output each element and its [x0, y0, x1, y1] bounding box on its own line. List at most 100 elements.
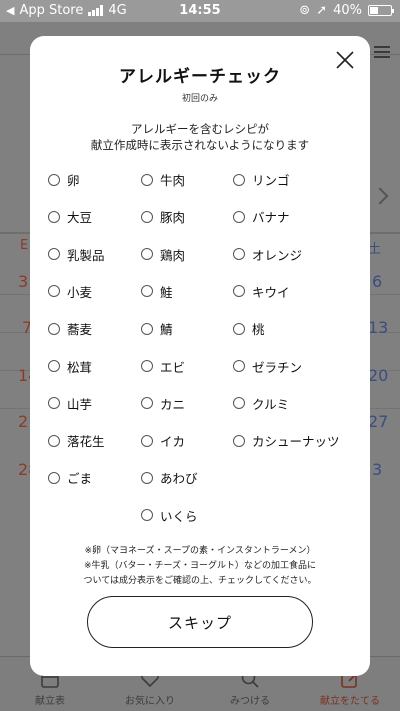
allergy-option[interactable]: 鶏肉 [141, 245, 185, 264]
allergy-option-label: 鯖 [160, 322, 173, 338]
note-line: ※卵（マヨネーズ・スープの素・インスタントラーメン） [84, 546, 316, 556]
allergy-option-label: ごま [67, 471, 93, 487]
tab-label: お気に入り [125, 696, 175, 707]
allergy-option-label: リンゴ [252, 173, 290, 188]
allergy-option-label: 小麦 [67, 284, 93, 300]
allergy-option[interactable]: 小麦 [48, 282, 92, 301]
allergy-option-label: バナナ [252, 210, 290, 226]
description-line: アレルギーを含むレシピが [131, 122, 269, 136]
radio-button[interactable] [141, 248, 153, 261]
allergy-check-modal: アレルギーチェック 初回のみ アレルギーを含むレシピが 献立作成時に表示されない… [30, 36, 370, 676]
allergy-option[interactable]: キウイ [233, 282, 290, 301]
allergy-option[interactable]: リンゴ [233, 170, 290, 189]
modal-title: アレルギーチェック [119, 67, 281, 87]
allergy-option-label: 大豆 [67, 210, 93, 226]
radio-button[interactable] [48, 360, 60, 372]
location-icon: ➚ [316, 3, 328, 18]
note-line: ついては成分表示をご確認の上、チェックしてください。 [83, 576, 317, 586]
allergy-option-label: 牛肉 [160, 173, 186, 188]
modal-subtitle: 初回のみ [181, 94, 218, 104]
radio-button[interactable] [141, 322, 153, 335]
allergy-option[interactable]: イカ [141, 431, 185, 450]
allergy-option[interactable]: オレンジ [233, 245, 302, 264]
battery-icon [368, 5, 394, 16]
radio-button[interactable] [141, 360, 153, 372]
allergy-option-label: あわび [160, 471, 198, 487]
allergy-option-label: 松茸 [67, 359, 93, 375]
radio-button[interactable] [48, 173, 60, 186]
allergy-option[interactable]: 落花生 [48, 431, 105, 450]
calendar-date: 13 [368, 318, 389, 337]
allergy-option[interactable]: 鯖 [141, 319, 173, 338]
allergy-option[interactable]: 蕎麦 [48, 319, 92, 338]
radio-button[interactable] [48, 434, 60, 447]
allergy-option-label: 桃 [252, 322, 265, 338]
allergy-option-label: 落花生 [67, 434, 105, 450]
allergy-option[interactable]: カニ [141, 394, 185, 413]
skip-button[interactable]: スキップ [87, 596, 313, 648]
allergy-option[interactable]: 大豆 [48, 207, 92, 226]
radio-button[interactable] [48, 248, 60, 261]
allergy-option[interactable]: いくら [141, 506, 198, 525]
radio-button[interactable] [233, 322, 245, 335]
allergy-option[interactable]: カシューナッツ [233, 431, 340, 450]
allergy-option[interactable]: 乳製品 [48, 245, 105, 264]
radio-button[interactable] [48, 471, 60, 484]
allergy-option[interactable]: ごま [48, 468, 92, 487]
allergy-option-label: 鮭 [160, 284, 173, 300]
radio-button[interactable] [48, 285, 60, 298]
allergy-option[interactable]: バナナ [233, 207, 290, 226]
radio-button[interactable] [141, 509, 153, 522]
allergy-option-label: ゼラチン [252, 359, 303, 375]
allergy-option[interactable]: 山芋 [48, 394, 92, 413]
tab-label: みつける [230, 696, 270, 707]
modal-description: アレルギーを含むレシピが 献立作成時に表示されないようになります [30, 121, 370, 153]
radio-button[interactable] [141, 173, 153, 186]
allergy-option[interactable]: 鮭 [141, 282, 173, 301]
radio-button[interactable] [141, 471, 153, 484]
allergy-option[interactable]: エビ [141, 357, 185, 376]
allergy-option-label: カニ [160, 396, 186, 412]
status-bar: ◀ App Store 4G 14:55 ⊚ ➚ 40% [0, 0, 400, 22]
allergy-option-label: エビ [160, 359, 186, 375]
allergy-option-label: 山芋 [67, 396, 93, 412]
allergy-option[interactable]: 桃 [233, 319, 265, 338]
battery-percent: 40% [333, 3, 362, 18]
radio-button[interactable] [233, 360, 245, 372]
note-line: ※牛乳（バター・チーズ・ヨーグルト）などの加工食品に [83, 561, 317, 571]
description-line: 献立作成時に表示されないようになります [90, 138, 310, 152]
allergy-option[interactable]: 豚肉 [141, 207, 185, 226]
tab-label: 献立表 [35, 696, 65, 707]
allergy-option-label: オレンジ [252, 247, 303, 263]
allergy-option[interactable]: ゼラチン [233, 357, 302, 376]
radio-button[interactable] [233, 285, 245, 298]
allergy-option-label: いくら [160, 508, 198, 524]
radio-button[interactable] [141, 434, 153, 447]
radio-button[interactable] [233, 210, 245, 223]
radio-button[interactable] [48, 397, 60, 410]
menu-icon [374, 46, 390, 58]
allergy-option[interactable]: 牛肉 [141, 170, 185, 189]
radio-button[interactable] [141, 210, 153, 223]
radio-button[interactable] [48, 322, 60, 335]
weekday-sunday: E [20, 238, 29, 253]
radio-button[interactable] [48, 210, 60, 223]
radio-button[interactable] [141, 285, 153, 298]
radio-button[interactable] [233, 434, 245, 447]
allergy-option-label: 豚肉 [160, 210, 186, 226]
radio-button[interactable] [233, 397, 245, 410]
radio-button[interactable] [233, 173, 245, 186]
allergy-option[interactable]: 卵 [48, 170, 80, 189]
calendar-date: 27 [368, 412, 389, 431]
allergy-option-label: カシューナッツ [252, 434, 340, 450]
allergy-option[interactable]: 松茸 [48, 357, 92, 376]
allergy-notes: ※卵（マヨネーズ・スープの素・インスタントラーメン） ※牛乳（バター・チーズ・ヨ… [30, 544, 370, 589]
orientation-lock-icon: ⊚ [299, 3, 311, 18]
radio-button[interactable] [233, 248, 245, 261]
allergy-option-label: 卵 [67, 173, 80, 188]
next-arrow-icon [371, 187, 389, 205]
allergy-option[interactable]: あわび [141, 468, 198, 487]
tab-label: 献立をたてる [320, 696, 380, 707]
radio-button[interactable] [141, 397, 153, 410]
allergy-option[interactable]: クルミ [233, 394, 289, 413]
